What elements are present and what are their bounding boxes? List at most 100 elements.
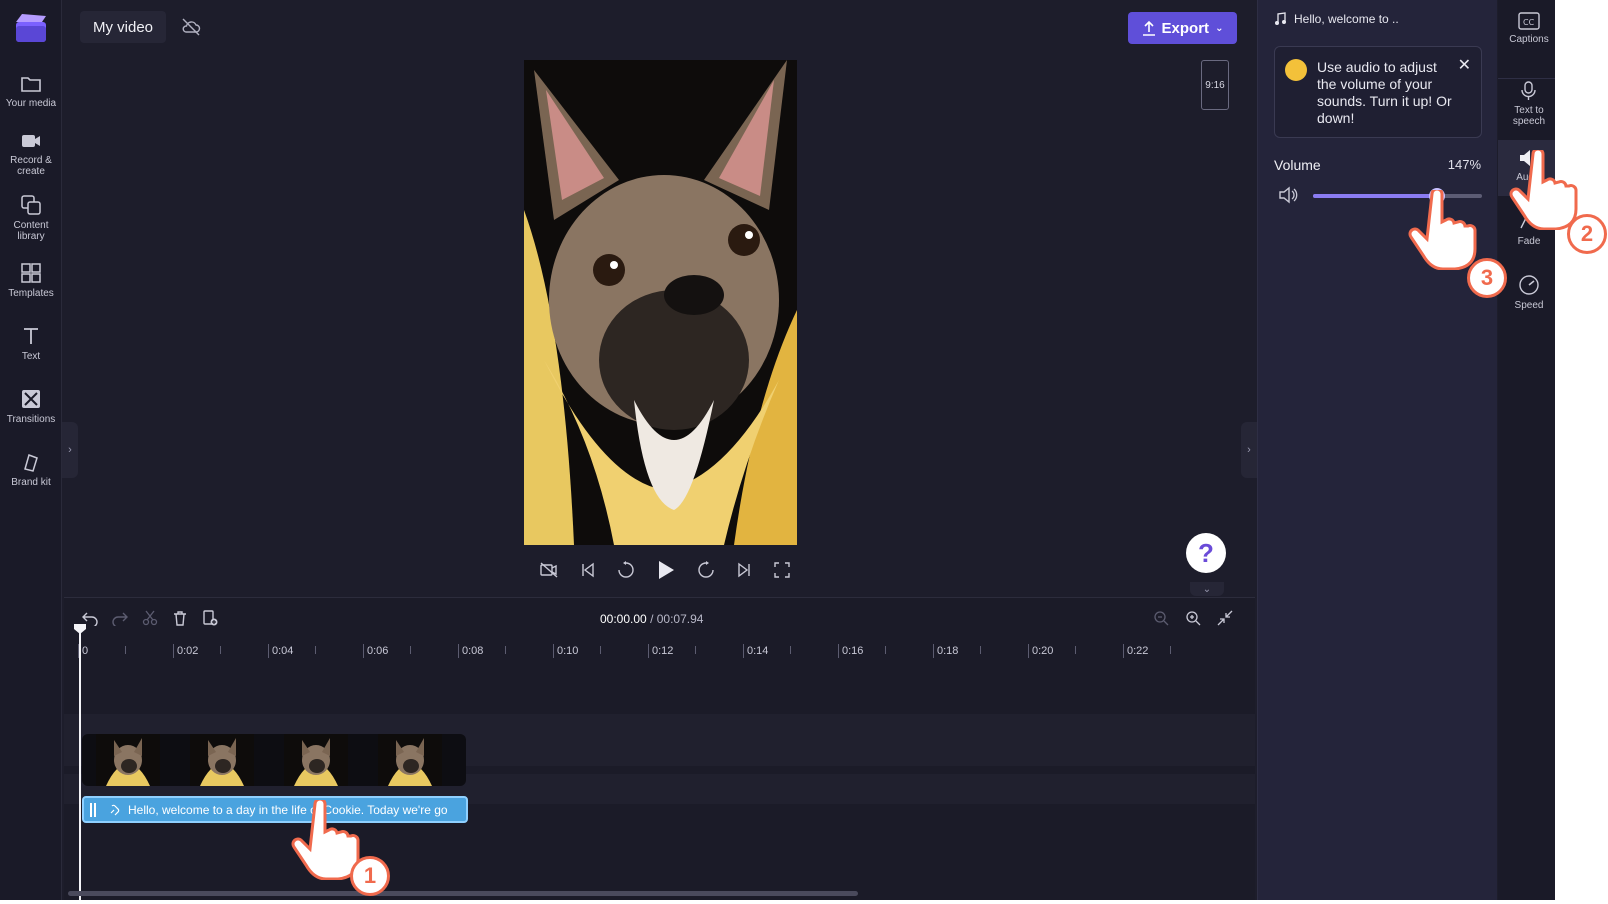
brand-kit-icon bbox=[24, 454, 38, 472]
nav-label: Text bbox=[21, 351, 41, 362]
timeline-scrollbar[interactable] bbox=[68, 891, 858, 896]
cloud-offline-icon bbox=[182, 18, 201, 36]
templates-icon bbox=[21, 263, 41, 283]
ruler-label: 0:22 bbox=[1123, 644, 1148, 658]
folder-icon bbox=[21, 77, 41, 92]
nav-your-media[interactable]: Your media bbox=[0, 74, 62, 109]
zoom-controls bbox=[1153, 610, 1233, 626]
ruler-label: 0:04 bbox=[268, 644, 293, 658]
video-clip[interactable] bbox=[82, 734, 466, 786]
captions-icon: CC bbox=[1518, 12, 1540, 30]
nav-record-create[interactable]: Record & create bbox=[0, 131, 62, 177]
camera-icon bbox=[22, 135, 40, 147]
left-sidebar: Your media Record & create Content libra… bbox=[0, 0, 62, 900]
aspect-ratio-button[interactable]: 9:16 bbox=[1201, 60, 1229, 110]
editor-window: Your media Record & create Content libra… bbox=[0, 0, 1555, 900]
ruler-tick bbox=[410, 646, 411, 654]
timecode: 00:00.00 / 00:07.94 bbox=[600, 612, 703, 626]
project-title-input[interactable]: My video bbox=[80, 11, 166, 43]
play-icon[interactable] bbox=[657, 560, 675, 580]
app-logo[interactable] bbox=[14, 12, 48, 44]
upload-icon bbox=[1142, 20, 1155, 36]
text-icon bbox=[24, 328, 38, 344]
zoom-out-icon[interactable] bbox=[1153, 610, 1169, 626]
ruler-tick bbox=[220, 646, 221, 654]
rail-text-to-speech[interactable]: Text to speech bbox=[1498, 78, 1555, 127]
playhead[interactable] bbox=[79, 624, 81, 900]
step-badge: 1 bbox=[350, 856, 390, 896]
video-preview[interactable] bbox=[524, 60, 797, 545]
emoji-icon bbox=[1285, 59, 1307, 81]
speaker-icon[interactable] bbox=[1278, 186, 1298, 204]
ruler-label: 0:10 bbox=[553, 644, 578, 658]
undo-icon[interactable] bbox=[82, 610, 98, 626]
nav-label: Transitions bbox=[6, 414, 56, 425]
ruler-tick bbox=[505, 646, 506, 654]
skip-back-icon[interactable] bbox=[580, 562, 596, 578]
forward-5-icon[interactable] bbox=[697, 561, 715, 579]
ruler-label: 0:06 bbox=[363, 644, 388, 658]
ruler-tick bbox=[980, 646, 981, 654]
chevron-down-icon: ⌄ bbox=[1215, 22, 1224, 34]
nav-brand-kit[interactable]: Brand kit bbox=[0, 451, 62, 488]
add-to-timeline-icon[interactable] bbox=[202, 610, 218, 626]
help-button[interactable]: ? bbox=[1186, 533, 1226, 573]
audio-clip-label: Hello, welcome to a day in the life of C… bbox=[128, 802, 448, 817]
speed-icon bbox=[1519, 275, 1539, 295]
dog-video-frame bbox=[524, 60, 797, 545]
nav-label: Record & create bbox=[10, 155, 52, 177]
current-time: 00:00.00 bbox=[600, 612, 647, 626]
chevron-right-icon: › bbox=[1247, 444, 1251, 456]
ruler-label: 0:14 bbox=[743, 644, 768, 658]
fullscreen-icon[interactable] bbox=[774, 562, 790, 578]
nav-transitions[interactable]: Transitions bbox=[0, 388, 62, 425]
close-icon[interactable]: ✕ bbox=[1458, 55, 1471, 75]
svg-text:CC: CC bbox=[1523, 18, 1535, 27]
timeline-ruler[interactable]: 0 0:02 0:04 0:06 0:08 0:10 0:12 0:14 0:1… bbox=[78, 636, 1248, 658]
microphone-icon bbox=[110, 804, 120, 815]
rail-captions[interactable]: CC Captions bbox=[1498, 12, 1555, 45]
ruler-label: 0:02 bbox=[173, 644, 198, 658]
split-icon[interactable] bbox=[142, 610, 158, 626]
export-button[interactable]: Export ⌄ bbox=[1128, 12, 1237, 44]
nav-content-library[interactable]: Content library bbox=[0, 194, 62, 242]
trim-handle-left[interactable] bbox=[90, 802, 96, 817]
nav-templates[interactable]: Templates bbox=[0, 262, 62, 299]
ruler-tick bbox=[125, 646, 126, 654]
ruler-label: 0:16 bbox=[838, 644, 863, 658]
zoom-in-icon[interactable] bbox=[1185, 610, 1201, 626]
collapse-left-panel-button[interactable]: › bbox=[62, 422, 78, 478]
volume-label: Volume bbox=[1274, 157, 1321, 173]
delete-icon[interactable] bbox=[172, 610, 188, 626]
ruler-tick bbox=[1075, 646, 1076, 654]
tip-card: Use audio to adjust the volume of your s… bbox=[1274, 46, 1482, 138]
redo-icon[interactable] bbox=[112, 610, 128, 626]
ruler-label: 0:18 bbox=[933, 644, 958, 658]
tip-text: Use audio to adjust the volume of your s… bbox=[1317, 59, 1452, 126]
pointer-hand-icon bbox=[1509, 150, 1578, 230]
ruler-label: 0:12 bbox=[648, 644, 673, 658]
rewind-5-icon[interactable] bbox=[617, 561, 635, 579]
clip-thumbnail bbox=[284, 734, 348, 786]
skip-forward-icon[interactable] bbox=[736, 562, 752, 578]
audio-clip[interactable]: Hello, welcome to a day in the life of C… bbox=[82, 796, 468, 823]
collapse-timeline-button[interactable]: ⌄ bbox=[1190, 582, 1224, 596]
volume-value: 147% bbox=[1447, 157, 1481, 172]
text-to-speech-icon bbox=[1521, 81, 1536, 100]
ruler-tick bbox=[885, 646, 886, 654]
timeline-toolbar bbox=[82, 610, 218, 626]
fit-timeline-icon[interactable] bbox=[1217, 610, 1233, 626]
clip-thumbnail bbox=[96, 734, 160, 786]
chevron-down-icon: ⌄ bbox=[1202, 583, 1212, 595]
camera-off-icon[interactable] bbox=[540, 562, 558, 578]
nav-label: Content library bbox=[13, 220, 49, 242]
playback-controls bbox=[540, 558, 790, 582]
chevron-right-icon: › bbox=[68, 444, 72, 456]
timeline: 00:00.00 / 00:07.94 0 0:02 0:04 0:06 0:0… bbox=[64, 597, 1255, 900]
nav-label: Brand kit bbox=[11, 477, 51, 488]
clip-thumbnail bbox=[378, 734, 442, 786]
collapse-right-panel-button[interactable]: › bbox=[1241, 422, 1257, 478]
clip-thumbnail bbox=[190, 734, 254, 786]
clip-name: Hello, welcome to .. bbox=[1294, 12, 1399, 26]
nav-text[interactable]: Text bbox=[0, 325, 62, 362]
